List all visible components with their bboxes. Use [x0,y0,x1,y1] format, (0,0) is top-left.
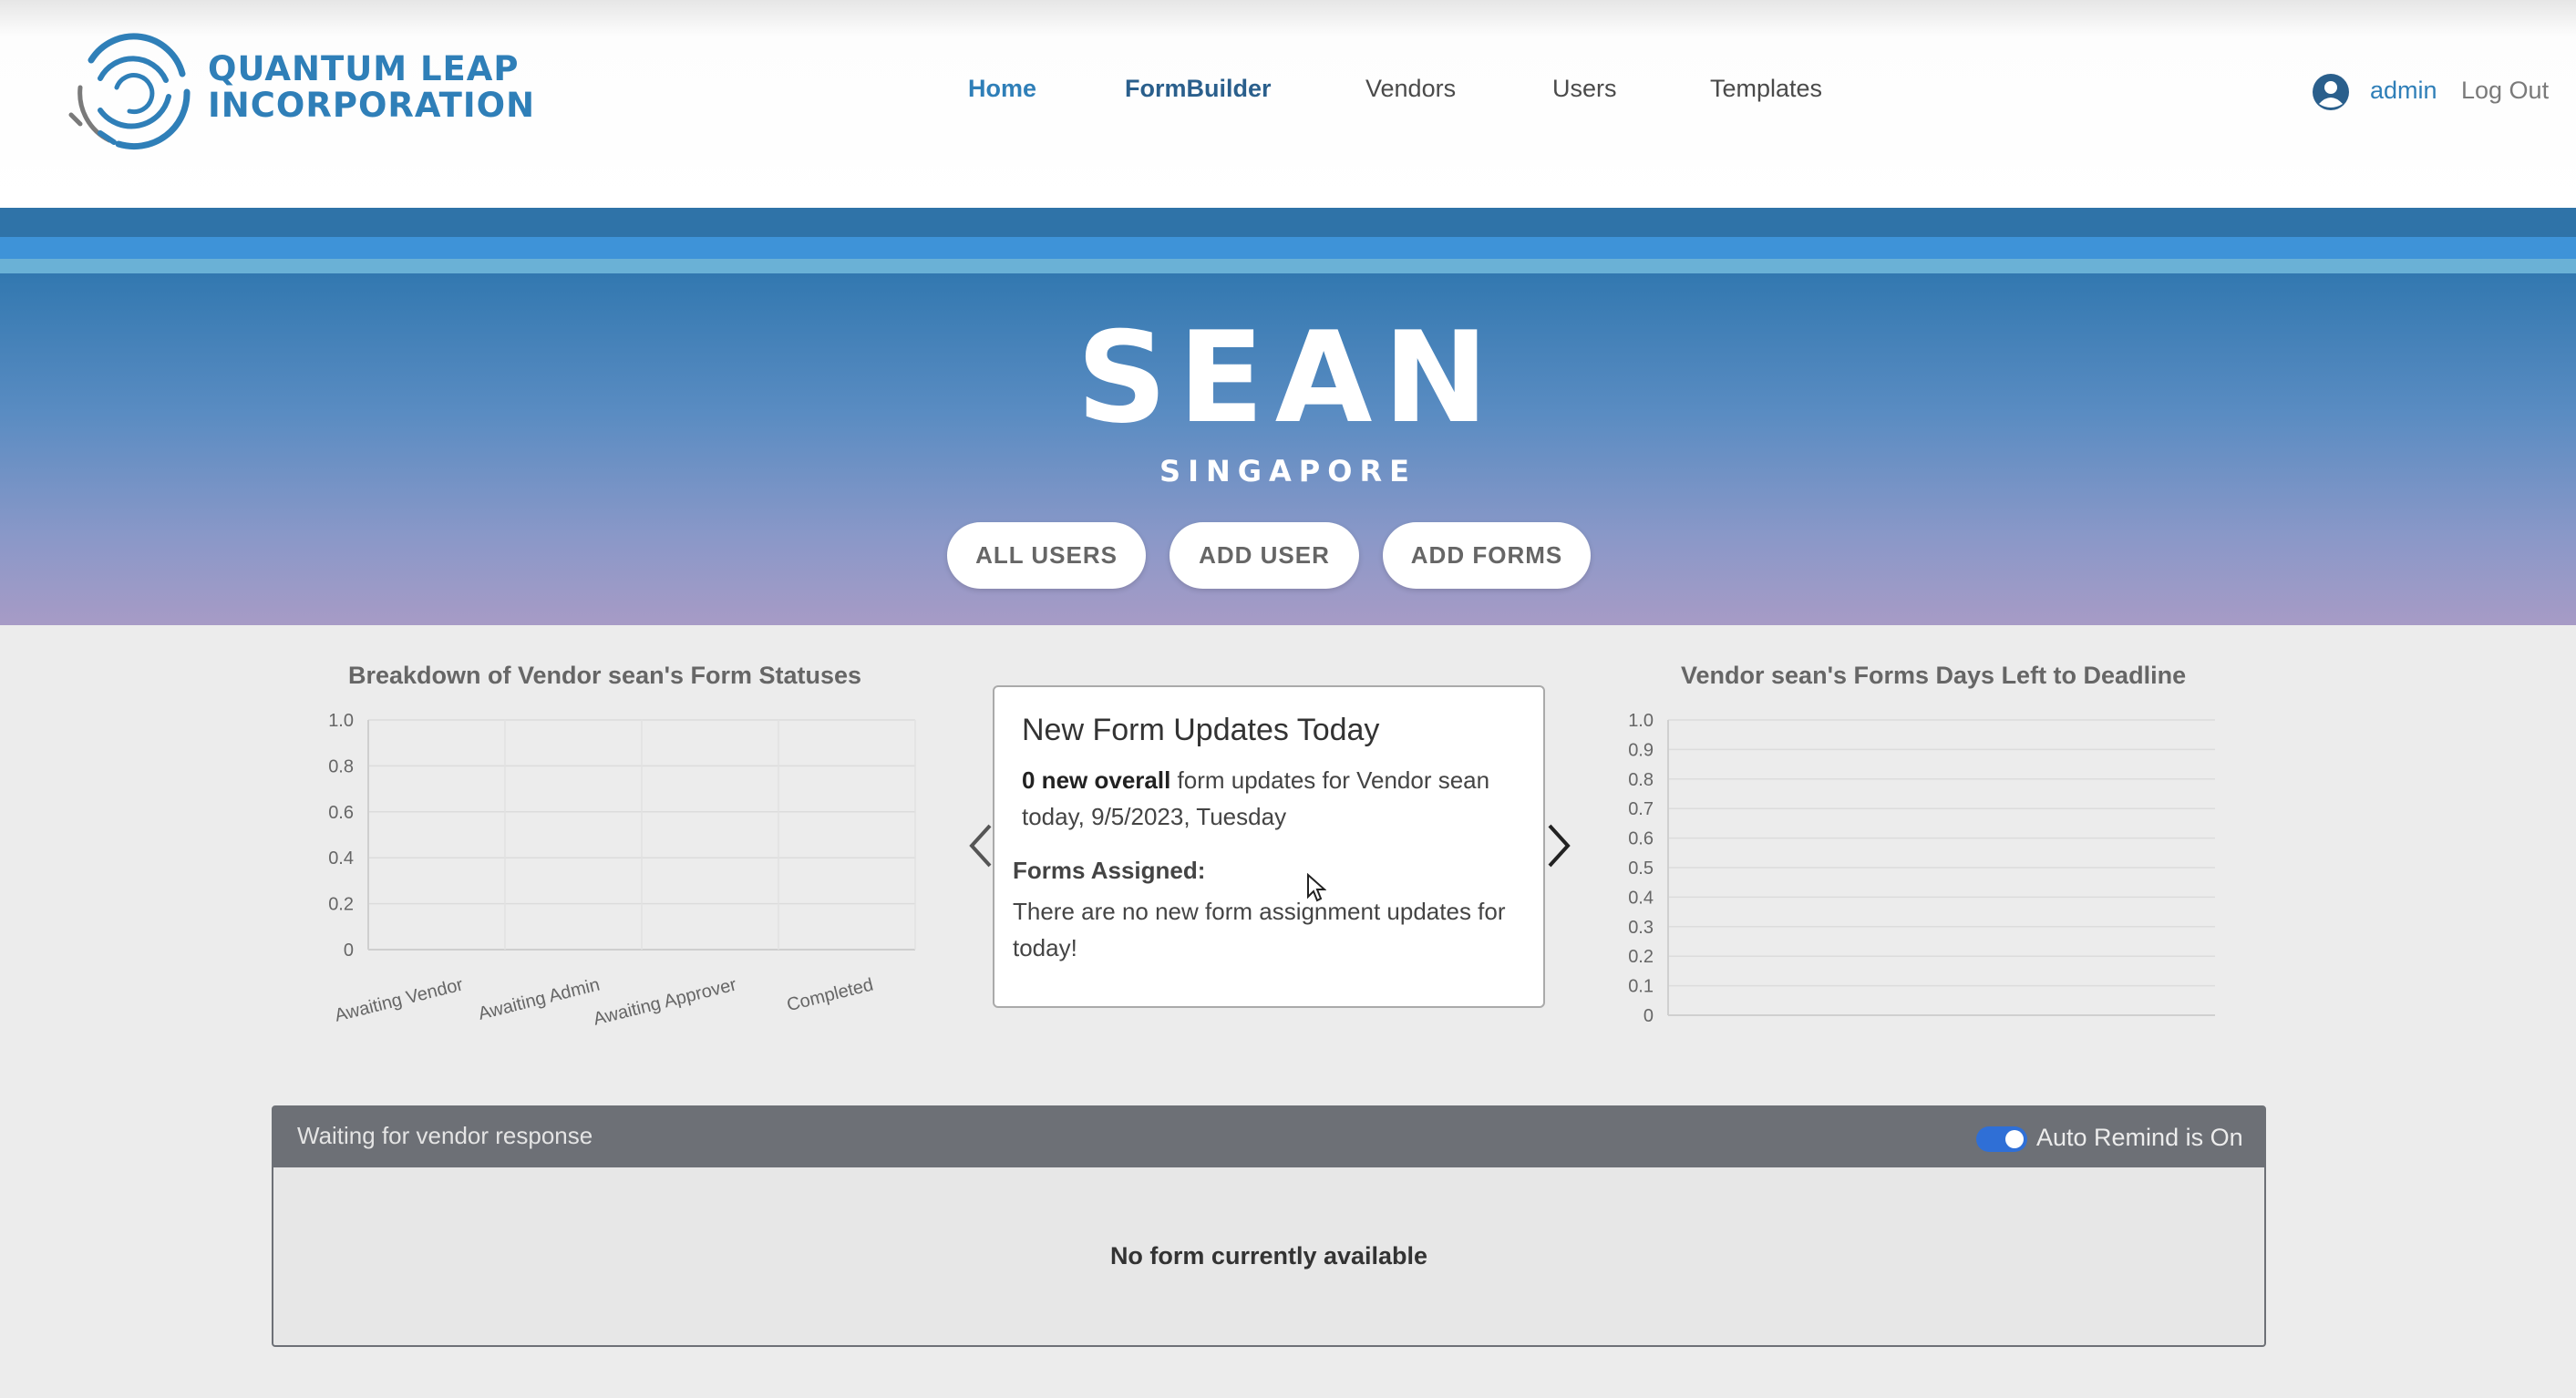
nav-users[interactable]: Users [1552,75,1617,103]
company-logo-icon[interactable] [64,24,201,160]
y-tick-label: 0.7 [1628,799,1654,819]
all-users-button[interactable]: ALL USERS [947,522,1146,589]
company-name-line1: QUANTUM LEAP [208,49,520,88]
status-chart-title: Breakdown of Vendor sean's Form Statuses [348,662,862,689]
y-tick-label: 1.0 [328,711,354,731]
x-tick-label: Awaiting Admin [477,975,603,1024]
panel-title: Waiting for vendor response [297,1122,593,1149]
panel-header: Waiting for vendor response Auto Remind … [273,1107,2264,1167]
header-stripe [0,208,2576,237]
nav-home[interactable]: Home [968,75,1036,103]
forms-assigned-label: Forms Assigned: [1013,857,1206,884]
company-name-line2: INCORPORATION [208,86,536,125]
y-tick-label: 0.6 [328,803,354,823]
y-tick-label: 0.2 [328,895,354,915]
header-stripe [0,237,2576,259]
user-circle-icon[interactable] [2312,73,2350,111]
y-tick-label: 0 [344,941,354,961]
nav-formbuilder[interactable]: FormBuilder [1125,75,1272,103]
logout-link[interactable]: Log Out [2461,77,2549,105]
toggle-knob [2005,1130,2024,1148]
company-name: QUANTUM LEAP INCORPORATION [208,51,535,124]
y-tick-label: 0.6 [1628,829,1654,849]
y-tick-label: 0.4 [1628,888,1654,908]
y-tick-label: 0.4 [328,848,354,869]
y-tick-label: 0.8 [1628,770,1654,790]
status-breakdown-chart: 00.20.40.60.81.0Awaiting Vendor Awaiting … [328,711,916,1030]
days-left-chart: 0 0.1 0.2 0.3 0.4 0.5 0.6 0.7 0.8 0.9 1.0 [1628,711,2215,1026]
y-tick-label: 0.9 [1628,740,1654,760]
add-forms-button[interactable]: ADD FORMS [1383,522,1591,589]
form-updates-card: New Form Updates Today 0 new overall for… [993,685,1545,1008]
empty-message: No form currently available [1109,1242,1428,1270]
auto-remind-toggle[interactable] [1976,1126,2027,1152]
card-title: New Form Updates Today [1022,713,1380,747]
top-header: QUANTUM LEAP INCORPORATION Home FormBuil… [0,0,2576,208]
profile-hero: SEAN SINGAPORE ALL USERS ADD USER ADD FO… [0,273,2576,625]
x-tick-label: Completed [785,975,875,1016]
updates-summary: 0 new overall form updates for Vendor se… [1022,762,1532,835]
y-tick-label: 0.5 [1628,858,1654,879]
mouse-cursor-icon [1307,873,1326,902]
admin-user-link[interactable]: admin [2370,77,2437,105]
y-tick-label: 1.0 [1628,711,1654,731]
y-tick-label: 0 [1643,1006,1654,1026]
vendor-response-panel: Waiting for vendor response Auto Remind … [272,1105,2266,1347]
vendor-location: SINGAPORE [1159,454,1417,488]
y-tick-label: 0.3 [1628,918,1654,938]
deadline-chart-title: Vendor sean's Forms Days Left to Deadlin… [1681,662,2187,689]
header-stripe [0,259,2576,273]
updates-count: 0 new overall [1022,766,1171,794]
nav-vendors[interactable]: Vendors [1365,75,1456,103]
auto-remind-label: Auto Remind is On [2036,1124,2243,1151]
y-tick-label: 0.2 [1628,947,1654,967]
y-tick-label: 0.8 [328,756,354,776]
forms-assigned-text: There are no new form assignment updates… [1013,898,1506,961]
add-user-button[interactable]: ADD USER [1170,522,1359,589]
chevron-right-icon[interactable] [1540,820,1577,871]
nav-templates[interactable]: Templates [1710,75,1822,103]
x-tick-label: Awaiting Approver [592,974,739,1029]
vendor-name: SEAN [1077,304,1499,451]
y-tick-label: 0.1 [1628,977,1654,997]
x-tick-label: Awaiting Vendor [333,974,466,1025]
